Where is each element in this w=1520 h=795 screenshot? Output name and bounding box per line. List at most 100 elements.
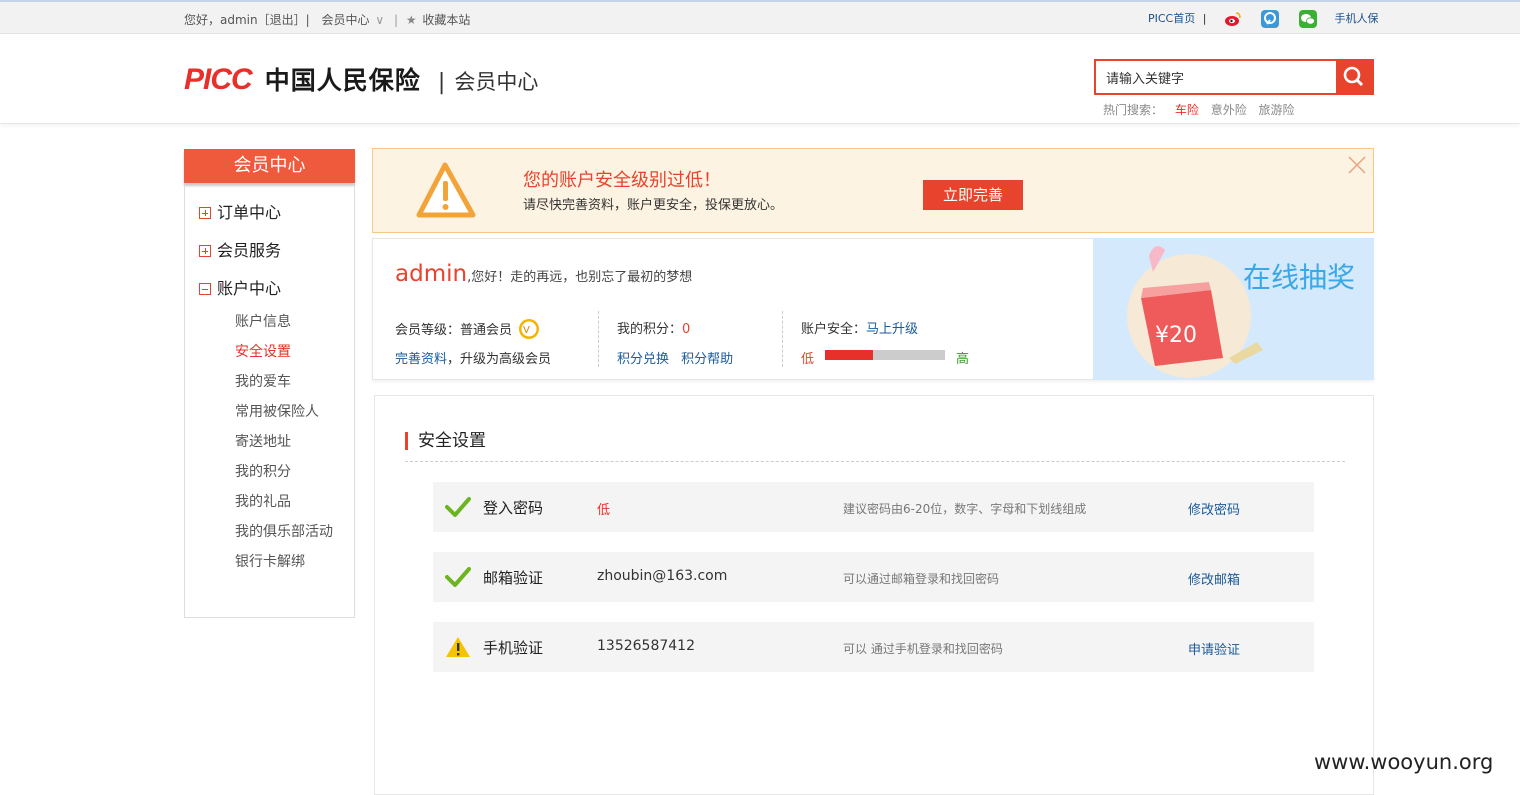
row-label: 邮箱验证 <box>483 569 544 587</box>
row-value: 13526587412 <box>597 638 695 654</box>
row-value: 低 <box>597 503 611 518</box>
sidebar-group-orders[interactable]: 订单中心 <box>199 199 281 223</box>
sidebar-item-security[interactable]: 安全设置 <box>235 341 291 361</box>
logo-cn: 中国人民保险 <box>264 66 421 95</box>
points-label: 我的积分： <box>617 322 683 337</box>
sidebar-item-account-info[interactable]: 账户信息 <box>235 311 291 331</box>
hot-search: 热门搜索： 车险 意外险 旅游险 <box>1103 101 1295 118</box>
svg-text:V: V <box>523 325 530 336</box>
search-button[interactable] <box>1336 61 1372 93</box>
mobile-link[interactable]: 手机人保 <box>1334 12 1378 25</box>
logo[interactable]: PICC 中国人民保险 | 会员中心 <box>184 61 538 97</box>
header: PICC 中国人民保险 | 会员中心 热门搜索： 车险 意外险 旅游险 <box>0 34 1520 124</box>
sidebar-group-label: 订单中心 <box>217 203 282 222</box>
warning-icon <box>416 162 476 218</box>
logo-separator: | <box>437 70 446 95</box>
sidebar-item-points[interactable]: 我的积分 <box>235 461 291 481</box>
sidebar-item-gifts[interactable]: 我的礼品 <box>235 491 291 511</box>
points-help-link[interactable]: 积分帮助 <box>681 352 733 367</box>
security-level-fill <box>825 350 873 360</box>
logo-subtitle: 会员中心 <box>454 70 539 94</box>
alert-description: 请尽快完善资料，账户更安全，投保更放心。 <box>523 198 784 213</box>
section-title: 安全设置 <box>405 432 486 450</box>
greeting-text[interactable]: 您好，admin［退出］| <box>184 13 310 27</box>
qzone-icon[interactable] <box>1261 10 1280 28</box>
upgrade-row: 完善资料，升级为高级会员 <box>395 348 551 367</box>
chevron-down-icon[interactable]: ∨ <box>375 13 384 27</box>
bookmark-link[interactable]: 收藏本站 <box>422 13 470 27</box>
search-input[interactable] <box>1096 61 1338 93</box>
divider: | <box>393 13 398 27</box>
coupon-value: ¥20 <box>1155 323 1197 348</box>
sidebar: 会员中心 订单中心 会员服务 账户中心 账户信息 安全设置 我的爱车 常用被保险… <box>184 149 355 618</box>
row-value: zhoubin@163.com <box>597 568 728 584</box>
hot-search-item[interactable]: 车险 <box>1175 103 1199 117</box>
divider-icon: | <box>1202 12 1207 25</box>
minus-icon <box>199 283 211 295</box>
member-center-link[interactable]: 会员中心 <box>321 13 369 27</box>
complete-profile-link[interactable]: 完善资料 <box>395 352 447 367</box>
sidebar-item-insured[interactable]: 常用被保险人 <box>235 401 319 421</box>
account-security: 账户安全：马上升级 <box>801 318 918 337</box>
hot-search-item[interactable]: 旅游险 <box>1259 103 1295 117</box>
plus-icon <box>199 245 211 257</box>
search-box <box>1094 59 1374 95</box>
lottery-banner[interactable]: ¥20 在线抽奖 <box>1093 238 1374 380</box>
points-value: 0 <box>682 322 691 337</box>
row-hint: 可以 通过手机登录和找回密码 <box>843 642 1003 656</box>
weibo-icon[interactable] <box>1224 10 1242 28</box>
sidebar-group-member-service[interactable]: 会员服务 <box>199 237 281 261</box>
lottery-title: 在线抽奖 <box>1243 261 1356 294</box>
security-level-bar <box>825 350 945 360</box>
top-bar: 您好，admin［退出］| 会员中心 ∨ | ★ 收藏本站 PICC首页 | 手… <box>0 0 1520 34</box>
profile-greeting: admin,您好！走的再远，也别忘了最初的梦想 <box>395 261 692 287</box>
profile-panel: admin,您好！走的再远，也别忘了最初的梦想 会员等级：普通会员 V 完善资料… <box>372 238 1374 380</box>
security-high-label: 高 <box>956 352 970 367</box>
greeting-message: ,您好！走的再远，也别忘了最初的梦想 <box>467 270 693 285</box>
upgrade-text: ，升级为高级会员 <box>447 352 552 367</box>
logo-picc: PICC <box>184 63 253 96</box>
sidebar-group-label: 账户中心 <box>217 279 282 298</box>
username: admin <box>395 261 468 287</box>
member-level: 会员等级：普通会员 V <box>395 318 540 340</box>
hot-search-label: 热门搜索： <box>1103 103 1164 117</box>
points-links: 积分兑换 积分帮助 <box>617 348 733 367</box>
hot-search-item[interactable]: 意外险 <box>1211 103 1247 117</box>
sidebar-item-my-car[interactable]: 我的爱车 <box>235 371 291 391</box>
wechat-icon[interactable] <box>1298 10 1317 28</box>
points: 我的积分：0 <box>617 318 690 337</box>
sidebar-group-account[interactable]: 账户中心 <box>199 275 281 299</box>
close-icon[interactable] <box>1347 155 1367 175</box>
security-label: 账户安全： <box>801 322 867 337</box>
top-bar-left: 您好，admin［退出］| 会员中心 ∨ | ★ 收藏本站 <box>184 11 472 28</box>
sidebar-title: 会员中心 <box>184 149 355 183</box>
picc-home-link[interactable]: PICC首页 <box>1148 12 1195 25</box>
alert-headline: 您的账户安全级别过低！ <box>523 170 721 191</box>
sidebar-item-bank-card[interactable]: 银行卡解绑 <box>235 551 305 571</box>
request-verification-link[interactable]: 申请验证 <box>1188 639 1240 658</box>
divider <box>782 311 783 367</box>
row-hint: 建议密码由6-20位，数字、字母和下划线组成 <box>843 502 1087 516</box>
security-low-label: 低 <box>801 352 815 367</box>
top-bar-right: PICC首页 | 手机人保 <box>1148 10 1378 28</box>
sidebar-item-address[interactable]: 寄送地址 <box>235 431 291 451</box>
row-label: 手机验证 <box>483 639 544 657</box>
change-password-link[interactable]: 修改密码 <box>1188 499 1240 518</box>
security-row-email: 邮箱验证 zhoubin@163.com 可以通过邮箱登录和找回密码 修改邮箱 <box>433 552 1314 602</box>
complete-now-button[interactable]: 立即完善 <box>923 180 1023 210</box>
security-settings-panel: 安全设置 登入密码 低 建议密码由6-20位，数字、字母和下划线组成 修改密码 … <box>374 395 1374 795</box>
search-icon <box>1343 66 1364 87</box>
divider <box>598 311 599 367</box>
sidebar-group-label: 会员服务 <box>217 241 282 260</box>
watermark: www.wooyun.org <box>1314 750 1494 774</box>
points-exchange-link[interactable]: 积分兑换 <box>617 352 669 367</box>
warning-icon <box>446 637 470 657</box>
divider <box>405 461 1345 462</box>
sidebar-item-club[interactable]: 我的俱乐部活动 <box>235 521 333 541</box>
security-upgrade-link[interactable]: 马上升级 <box>866 322 918 337</box>
check-icon <box>445 567 471 587</box>
security-alert: 您的账户安全级别过低！ 请尽快完善资料，账户更安全，投保更放心。 立即完善 <box>372 148 1374 233</box>
security-row-password: 登入密码 低 建议密码由6-20位，数字、字母和下划线组成 修改密码 <box>433 482 1314 532</box>
row-hint: 可以通过邮箱登录和找回密码 <box>843 572 1000 586</box>
change-email-link[interactable]: 修改邮箱 <box>1188 569 1240 588</box>
